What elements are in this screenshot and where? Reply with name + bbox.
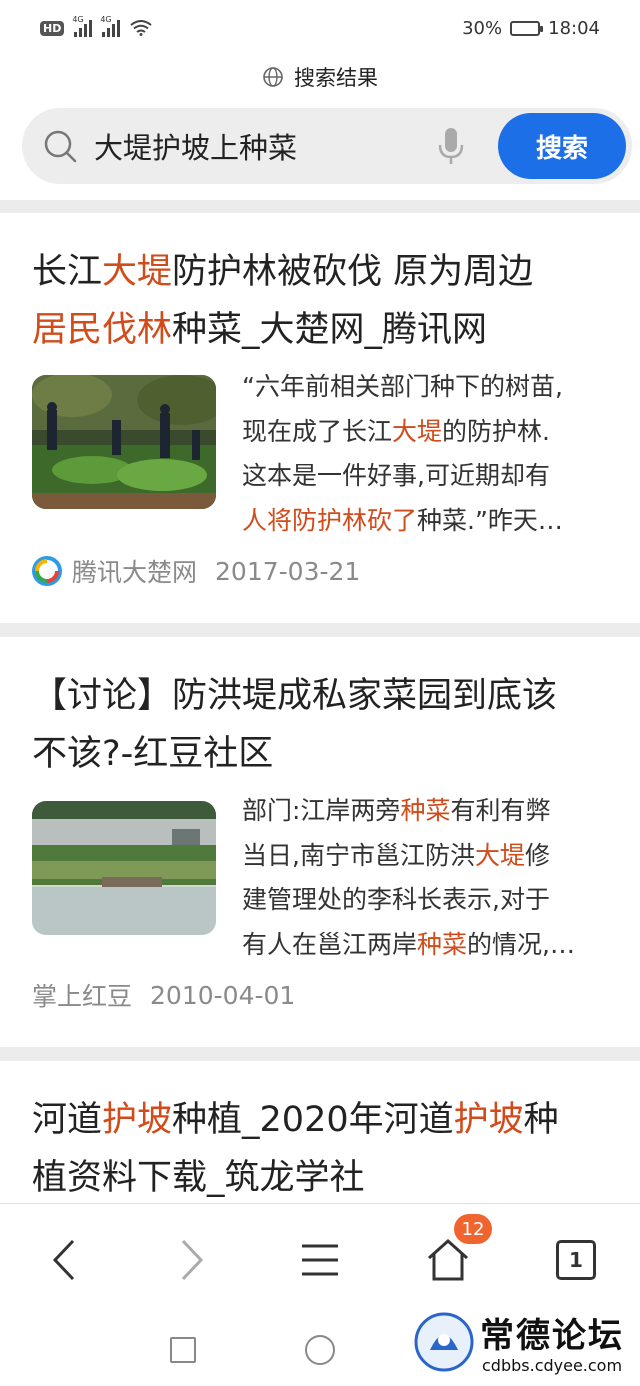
result-text: 种菜: [417, 506, 468, 536]
highlighted-keyword: 种菜: [400, 796, 451, 825]
forward-button[interactable]: [162, 1230, 222, 1290]
hd-indicator: HD: [40, 20, 65, 36]
result-text: 植资料下载_筑龙学社: [32, 1158, 365, 1198]
highlighted-keyword: 护坡: [453, 1100, 524, 1140]
search-input[interactable]: [94, 126, 424, 166]
result-title[interactable]: 【讨论】防洪堤成私家菜园到底该 不该?-红豆社区: [32, 667, 612, 783]
highlighted-keyword: 人将防护林砍了: [242, 506, 418, 536]
tencent-news-icon: [32, 556, 62, 586]
search-result[interactable]: 【讨论】防洪堤成私家菜园到底该 不该?-红豆社区 部门:江岸两旁种菜有利有弊 当日,…: [0, 637, 640, 1047]
battery-percent: 30%: [462, 17, 503, 39]
back-button[interactable]: [34, 1230, 94, 1290]
result-meta: 掌上红豆 2010-04-01: [32, 977, 295, 1013]
result-text: 当日,南宁市邕江防洪: [242, 840, 475, 870]
globe-icon: [263, 67, 283, 87]
result-meta: 腾讯大楚网 2017-03-21: [32, 553, 360, 589]
highlighted-keyword: 护坡: [102, 1100, 173, 1140]
system-home-button[interactable]: [305, 1335, 335, 1365]
search-bar[interactable]: 搜索: [22, 108, 632, 184]
result-source: 腾讯大楚网: [72, 558, 198, 587]
signal-icon: 4G: [72, 15, 93, 37]
result-snippet: “六年前相关部门种下的树苗, 现在成了长江大堤的防护林. 这本是一件好事,可近期却有…: [242, 365, 610, 544]
home-icon: [427, 1238, 469, 1281]
result-text: 有人在邕江两岸: [242, 930, 418, 960]
search-header: 搜索结果 搜索: [0, 56, 640, 200]
search-result[interactable]: 长江大堤防护林被砍伐 原为周边 居民伐林种菜_大楚网_腾讯网 “六年前相关部门种下…: [0, 213, 640, 623]
chevron-left-icon: [52, 1239, 75, 1281]
result-text: 不该?-红豆社区: [32, 734, 274, 774]
result-date: 2010-04-01: [150, 980, 296, 1010]
highlighted-keyword: 大堤: [474, 840, 525, 870]
result-title[interactable]: 长江大堤防护林被砍伐 原为周边居民伐林种菜_大楚网_腾讯网: [32, 243, 612, 359]
result-text: “六年前相关部门种下的树苗,: [242, 372, 563, 401]
result-title[interactable]: 河道护坡种植_2020年河道护坡种 植资料下载_筑龙学社: [32, 1091, 612, 1207]
chevron-right-icon: [181, 1239, 204, 1281]
page-title-text: 搜索结果: [294, 66, 378, 90]
highlighted-keyword: 大堤: [102, 252, 173, 292]
result-text: 的防护林.: [442, 416, 550, 446]
page: HD 4G 4G 30% 18:04 搜索结果 大堤护坡上种菜 搜索 长江大堤防…: [0, 0, 640, 1386]
result-text: .”昨天…: [467, 506, 563, 536]
result-text: 长江: [32, 252, 103, 292]
bottom-nav: 12 1: [0, 1203, 640, 1313]
battery-icon: [510, 20, 544, 36]
result-thumbnail-image: [32, 375, 216, 509]
page-title: 搜索结果: [0, 62, 640, 92]
recent-apps-button[interactable]: [170, 1337, 196, 1363]
result-text: 防护林被砍伐 原为周边: [172, 252, 534, 292]
watermark: 常德论坛 cdbbs.cdyee.com: [410, 1300, 640, 1386]
result-text: 这本是一件好事,可近期却有: [242, 461, 550, 491]
result-text: 部门:江岸两旁: [242, 796, 401, 825]
home-badge: 12: [454, 1214, 492, 1244]
search-icon: [44, 130, 77, 163]
search-button[interactable]: 搜索: [498, 113, 626, 179]
network-type-label: 4G: [100, 15, 112, 24]
result-text: 建管理处的李科长表示,对于: [242, 885, 550, 915]
result-source: 掌上红豆: [32, 982, 133, 1011]
result-text: 【讨论】防洪堤成私家菜园到底该: [32, 676, 558, 716]
result-text: 种: [523, 1100, 559, 1140]
status-bar: HD 4G 4G 30% 18:04: [0, 0, 640, 56]
menu-icon: [302, 1244, 338, 1276]
search-result[interactable]: 河道护坡种植_2020年河道护坡种 植资料下载_筑龙学社: [0, 1061, 640, 1221]
result-text: _大楚网_腾讯网: [242, 310, 488, 350]
tabs-button[interactable]: 1: [556, 1240, 596, 1280]
result-thumbnail[interactable]: [32, 375, 216, 509]
highlighted-keyword: 种菜: [417, 930, 468, 960]
network-type-label: 4G: [72, 15, 84, 24]
result-text: 种植_2020年河道: [172, 1100, 454, 1140]
watermark-url: cdbbs.cdyee.com: [482, 1356, 623, 1375]
clock: 18:04: [548, 17, 600, 39]
result-date: 2017-03-21: [215, 556, 361, 586]
result-text: 有利有弊: [450, 796, 551, 825]
signal-icon: 4G: [100, 15, 121, 37]
result-text: 河道: [32, 1100, 103, 1140]
status-left: HD 4G 4G: [40, 15, 152, 37]
watermark-text: 常德论坛: [480, 1316, 624, 1356]
result-text: 种菜: [172, 310, 243, 350]
result-thumbnail[interactable]: [32, 801, 216, 935]
highlighted-keyword: 大堤: [392, 416, 443, 446]
watermark-logo-icon: [414, 1312, 474, 1372]
highlighted-keyword: 居民伐林: [32, 310, 173, 350]
result-thumbnail-image: [32, 801, 216, 935]
result-snippet: 部门:江岸两旁种菜有利有弊 当日,南宁市邕江防洪大堤修 建管理处的李科长表示,对于有…: [242, 789, 610, 968]
result-text: 现在成了长江: [242, 416, 393, 446]
microphone-icon[interactable]: [436, 126, 466, 166]
menu-button[interactable]: [290, 1230, 350, 1290]
result-text: 修: [524, 840, 550, 870]
wifi-icon: [130, 20, 152, 36]
status-right: 30% 18:04: [462, 18, 600, 39]
result-text: 的情况,…: [467, 930, 575, 960]
